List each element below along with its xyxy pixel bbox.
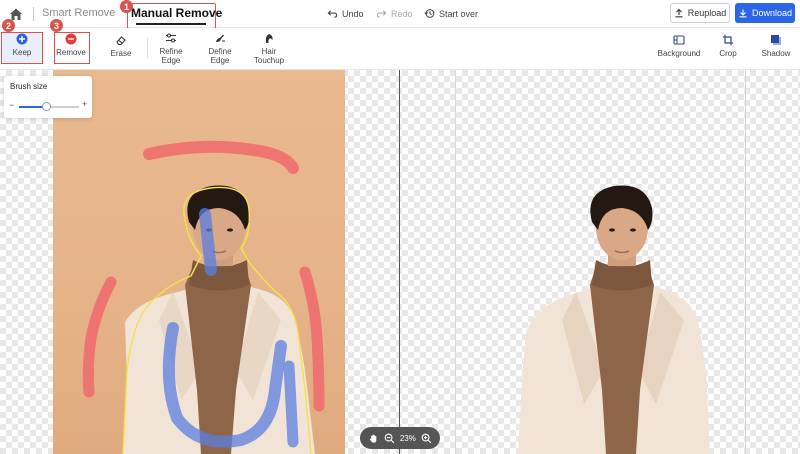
remove-stroke-right bbox=[299, 266, 325, 412]
original-photo-artwork bbox=[82, 140, 325, 454]
hair-touchup-tool[interactable]: Hair Touchup bbox=[247, 32, 291, 66]
step-badge-1: 1 bbox=[120, 0, 133, 13]
hair-touchup-label-line1: Hair bbox=[261, 47, 277, 56]
result-left-guide bbox=[455, 70, 456, 454]
annotation-box-keep bbox=[1, 32, 43, 64]
keep-stroke-face bbox=[199, 208, 217, 276]
download-button[interactable]: Download bbox=[735, 3, 795, 23]
eye-right bbox=[227, 228, 233, 232]
remove-stroke-top bbox=[143, 140, 299, 174]
erase-tool[interactable]: Erase bbox=[99, 34, 143, 68]
step-badge-3: 3 bbox=[50, 19, 63, 32]
shadow-tool[interactable]: Shadow bbox=[754, 34, 798, 68]
result-right-guide bbox=[745, 70, 746, 454]
hair-icon bbox=[263, 32, 275, 44]
hand-pan-icon[interactable] bbox=[368, 433, 379, 444]
result-eye-left bbox=[609, 228, 615, 232]
background-tool[interactable]: Background bbox=[656, 34, 702, 68]
undo-button[interactable]: Undo bbox=[327, 8, 364, 19]
brush-size-decrease[interactable]: − bbox=[9, 100, 14, 110]
redo-icon bbox=[376, 10, 387, 18]
tool-divider bbox=[147, 38, 148, 58]
brush-size-title: Brush size bbox=[10, 82, 48, 91]
mode-separator bbox=[33, 7, 34, 21]
step-badge-2: 2 bbox=[2, 19, 15, 32]
start-over-label: Start over bbox=[439, 8, 479, 19]
tab-manual-remove[interactable]: Manual Remove bbox=[131, 6, 222, 20]
define-edge-label-line2: Edge bbox=[210, 56, 230, 65]
keep-stroke-right bbox=[283, 360, 299, 448]
result-image bbox=[518, 185, 710, 454]
crop-icon bbox=[722, 34, 734, 46]
redo-label: Redo bbox=[391, 8, 413, 19]
shadow-icon bbox=[770, 34, 782, 46]
tab-smart-remove[interactable]: Smart Remove bbox=[42, 7, 115, 19]
zoom-level: 23% bbox=[399, 433, 416, 443]
editor-canvas[interactable]: 23% bbox=[0, 70, 800, 454]
zoom-controls: 23% bbox=[360, 427, 440, 449]
redo-button[interactable]: Redo bbox=[376, 8, 413, 19]
brush-size-panel: Brush size − + bbox=[4, 76, 92, 118]
active-tab-underline bbox=[136, 23, 206, 25]
compare-divider[interactable] bbox=[399, 70, 400, 454]
eraser-icon bbox=[115, 34, 127, 46]
erase-label: Erase bbox=[110, 49, 132, 58]
crop-tool[interactable]: Crop bbox=[706, 34, 750, 68]
download-icon bbox=[739, 9, 747, 18]
undo-icon bbox=[327, 10, 338, 18]
brush-size-slider-handle[interactable] bbox=[41, 102, 51, 111]
sliders-icon bbox=[165, 32, 177, 44]
define-edge-label-line1: Define bbox=[208, 47, 232, 56]
refine-edge-label-line1: Refine bbox=[159, 47, 183, 56]
upload-icon bbox=[675, 8, 683, 18]
background-icon bbox=[673, 34, 685, 46]
original-image-panel[interactable] bbox=[53, 70, 345, 454]
shadow-label: Shadow bbox=[761, 49, 791, 58]
refine-edge-tool[interactable]: Refine Edge bbox=[149, 32, 193, 66]
remove-stroke-left bbox=[82, 276, 117, 398]
undo-label: Undo bbox=[342, 8, 364, 19]
history-icon bbox=[424, 9, 435, 18]
refine-edge-label-line2: Edge bbox=[161, 56, 181, 65]
reupload-label: Reupload bbox=[687, 8, 727, 18]
crop-label: Crop bbox=[719, 49, 737, 58]
result-eye-right bbox=[630, 228, 636, 232]
annotation-box-remove bbox=[54, 32, 90, 64]
define-edge-tool[interactable]: Define Edge bbox=[198, 32, 242, 66]
edge-brush-icon bbox=[214, 32, 226, 44]
background-label: Background bbox=[657, 49, 701, 58]
download-label: Download bbox=[751, 8, 793, 18]
brush-size-increase[interactable]: + bbox=[82, 99, 87, 109]
hair-touchup-label-line2: Touchup bbox=[253, 56, 285, 65]
zoom-in-icon[interactable] bbox=[421, 433, 432, 444]
reupload-button[interactable]: Reupload bbox=[670, 3, 730, 23]
start-over-button[interactable]: Start over bbox=[424, 8, 478, 19]
zoom-out-icon[interactable] bbox=[384, 433, 395, 444]
